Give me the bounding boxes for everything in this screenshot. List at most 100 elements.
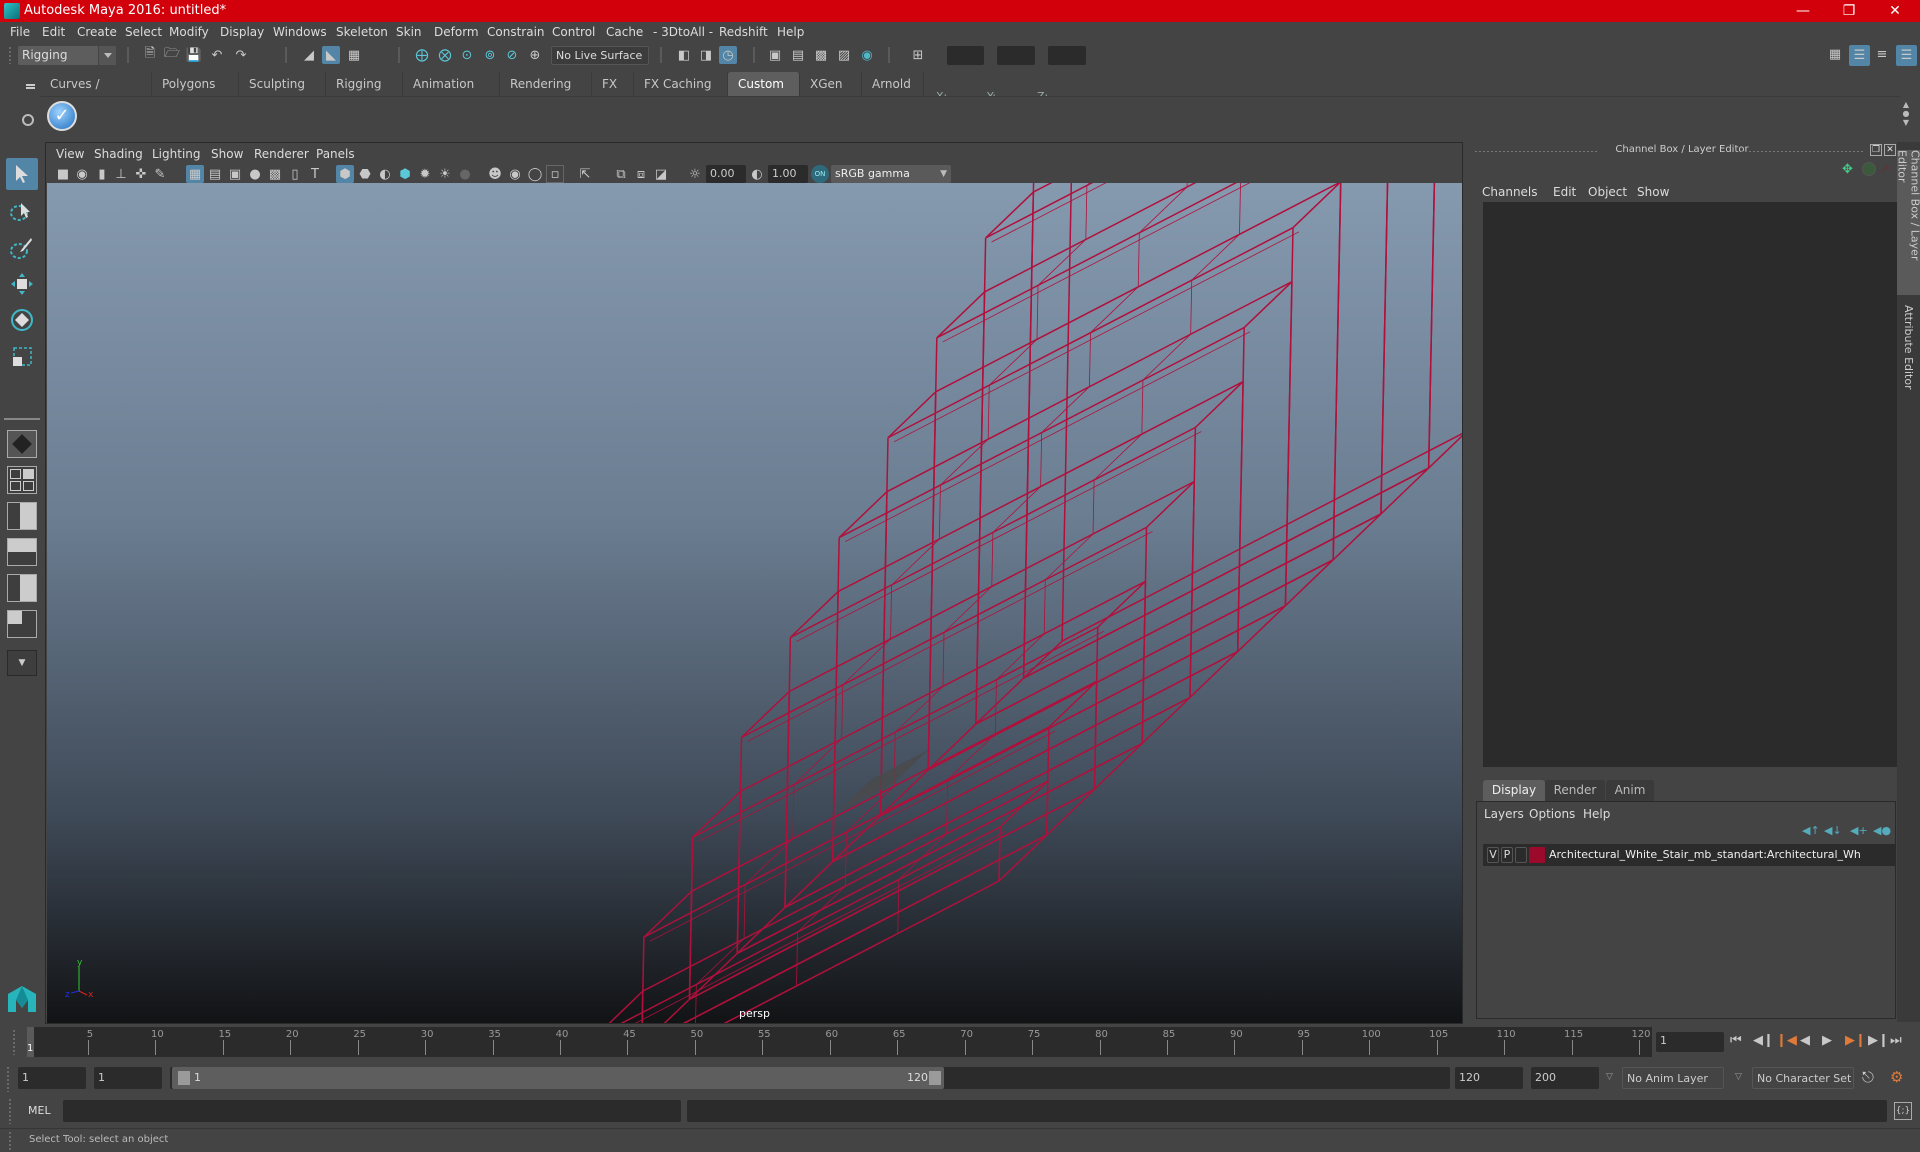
color-management-toggle-icon[interactable]: ON: [811, 165, 829, 183]
move-tool-icon[interactable]: [6, 268, 38, 300]
2d-pan-zoom-icon[interactable]: ✜: [132, 165, 150, 183]
snap-grid-icon[interactable]: ⨁: [413, 46, 431, 64]
lasso-tool-icon[interactable]: [6, 196, 38, 228]
drag-handle[interactable]: [12, 1029, 16, 1055]
drag-handle[interactable]: [8, 1131, 12, 1151]
paint-select-tool-icon[interactable]: [6, 232, 38, 264]
menu-help[interactable]: Help: [777, 25, 804, 39]
script-language-toggle[interactable]: MEL: [28, 1104, 51, 1117]
persp-uv-graph-layout-icon[interactable]: [7, 610, 37, 638]
range-start-handle[interactable]: [178, 1071, 190, 1085]
shelf-tab-custom[interactable]: Custom: [728, 72, 800, 96]
menu-set-dropdown[interactable]: Rigging: [18, 46, 116, 65]
isolate-select-icon[interactable]: ▫: [546, 165, 564, 183]
panel-menu-shading[interactable]: Shading: [94, 147, 143, 161]
textured-icon[interactable]: ⬢: [396, 165, 414, 183]
persp-outliner-layout-icon[interactable]: [7, 502, 37, 530]
float-panel-icon[interactable]: ❐: [1870, 144, 1882, 156]
layout-more-button[interactable]: ▼: [7, 650, 37, 676]
modeling-toolkit-icon[interactable]: ▦: [1826, 45, 1844, 63]
select-hierarchy-icon[interactable]: ◢: [300, 46, 318, 64]
animation-preferences-icon[interactable]: ⚙: [1890, 1068, 1903, 1086]
layer-tab-anim[interactable]: Anim: [1606, 780, 1654, 801]
shelf-tab-polygons[interactable]: Polygons: [152, 72, 239, 96]
new-layer-from-selected-icon[interactable]: ◀●: [1873, 824, 1891, 837]
select-tool-icon[interactable]: [6, 158, 38, 190]
camera-attributes-icon[interactable]: ◉: [73, 165, 91, 183]
persp-graph-layout-icon[interactable]: [7, 538, 37, 566]
layer-color-swatch[interactable]: [1529, 847, 1545, 863]
range-slider-track[interactable]: 1 120: [170, 1067, 1450, 1089]
drag-handle[interactable]: [8, 46, 12, 64]
menu-cache[interactable]: Cache: [606, 25, 643, 39]
shelf-tab-xgen[interactable]: XGen: [800, 72, 862, 96]
exposure-field[interactable]: 0.00: [706, 165, 746, 183]
hypershade-icon[interactable]: ◉: [858, 46, 876, 64]
attribute-editor-toggle-icon[interactable]: ☰: [1849, 45, 1870, 66]
side-tab-attribute-editor[interactable]: Attribute Editor: [1897, 297, 1920, 397]
open-scene-icon[interactable]: 🗁: [163, 46, 181, 64]
menu-skeleton[interactable]: Skeleton: [336, 25, 388, 39]
depth-of-field-icon[interactable]: ◯: [526, 165, 544, 183]
anim-layer-dropdown[interactable]: No Anim Layer: [1622, 1067, 1724, 1089]
xray-joints-icon[interactable]: ⧉: [612, 165, 630, 183]
panel-menu-view[interactable]: View: [56, 147, 84, 161]
field-chart-icon[interactable]: ▩: [266, 165, 284, 183]
layer-row[interactable]: V P Architectural_White_Stair_mb_standar…: [1483, 844, 1895, 866]
stair-wireframe-model[interactable]: [47, 183, 1462, 1023]
layer-tab-render[interactable]: Render: [1545, 780, 1605, 801]
menu-skin[interactable]: Skin: [396, 25, 422, 39]
render-view-icon[interactable]: ▣: [766, 46, 784, 64]
gamma-icon[interactable]: ◐: [748, 165, 766, 183]
panel-menu-show[interactable]: Show: [211, 147, 243, 161]
side-tab-channel-box[interactable]: Channel Box / Layer Editor: [1896, 150, 1920, 295]
cb-menu-edit[interactable]: Edit: [1553, 185, 1576, 199]
layer-playback-toggle[interactable]: P: [1501, 847, 1513, 863]
channel-box-area[interactable]: [1483, 202, 1906, 767]
safe-title-icon[interactable]: T: [306, 165, 324, 183]
shelf-tab-arnold[interactable]: Arnold: [862, 72, 924, 96]
anim-layer-chevron-icon[interactable]: ▽: [1606, 1072, 1613, 1082]
menu-deform[interactable]: Deform: [434, 25, 479, 39]
hypershade-outliner-layout-icon[interactable]: [7, 574, 37, 602]
anti-aliasing-icon[interactable]: ◉: [506, 165, 524, 183]
channel-box-toggle-icon[interactable]: ☰: [1896, 45, 1917, 66]
drag-handle[interactable]: [6, 1066, 10, 1092]
xray-components-icon[interactable]: ⧈: [632, 165, 650, 183]
wireframe-on-shaded-icon[interactable]: ◐: [376, 165, 394, 183]
transform-mode-icon[interactable]: ⊞: [909, 46, 927, 64]
screen-space-ao-icon[interactable]: ●: [456, 165, 474, 183]
shelf-checkmark-icon[interactable]: ✓: [47, 101, 77, 131]
range-end-handle[interactable]: [929, 1071, 941, 1085]
cb-menu-object[interactable]: Object: [1588, 185, 1627, 199]
input-ops-icon[interactable]: ◧: [675, 46, 693, 64]
menu-file[interactable]: File: [10, 25, 30, 39]
menu-3dtoall[interactable]: - 3DtoAll -: [653, 25, 713, 39]
play-forwards-icon[interactable]: ▶: [1822, 1033, 1832, 1048]
motion-blur-icon[interactable]: ☻: [486, 165, 504, 183]
ipr-render-icon[interactable]: ▩: [812, 46, 830, 64]
film-gate-icon[interactable]: ▤: [206, 165, 224, 183]
snap-view-plane-icon[interactable]: ⊘: [503, 46, 521, 64]
snap-curve-icon[interactable]: ⨂: [436, 46, 454, 64]
redo-icon[interactable]: ↷: [232, 46, 250, 64]
smooth-shading-icon[interactable]: ⬣: [356, 165, 374, 183]
z-field[interactable]: [1048, 46, 1086, 65]
camera-select-icon[interactable]: ■: [54, 165, 72, 183]
shadows-icon[interactable]: ☀: [436, 165, 454, 183]
layer-name[interactable]: Architectural_White_Stair_mb_standart:Ar…: [1549, 848, 1861, 861]
shelf-tab-curves-surfaces[interactable]: Curves / Surfaces: [40, 72, 152, 115]
current-frame-field[interactable]: 1: [1656, 1032, 1724, 1052]
3d-viewport-canvas[interactable]: y x z persp: [47, 183, 1462, 1023]
output-ops-icon[interactable]: ◨: [697, 46, 715, 64]
use-all-lights-icon[interactable]: ✹: [416, 165, 434, 183]
close-button[interactable]: ✕: [1872, 0, 1918, 22]
close-panel-icon[interactable]: ✕: [1884, 144, 1896, 156]
menu-windows[interactable]: Windows: [273, 25, 327, 39]
cb-menu-channels[interactable]: Channels: [1482, 185, 1538, 199]
hud-icon[interactable]: ◪: [652, 165, 670, 183]
live-surface-field[interactable]: No Live Surface: [551, 46, 649, 65]
menu-control[interactable]: Control: [552, 25, 595, 39]
rotate-tool-icon[interactable]: [6, 304, 38, 336]
snap-projected-center-icon[interactable]: ⊚: [481, 46, 499, 64]
